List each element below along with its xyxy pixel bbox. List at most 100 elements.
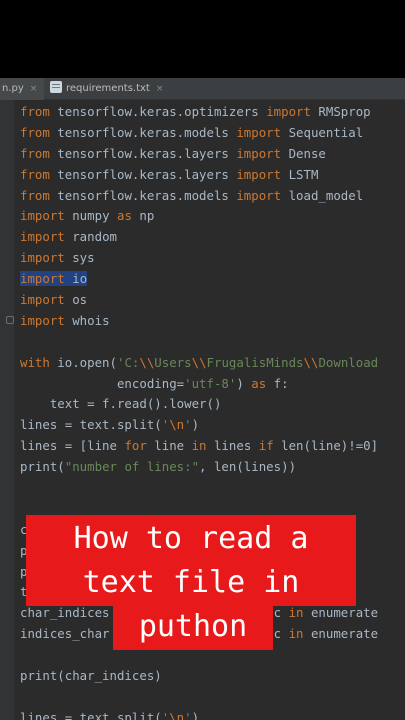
code-token: LSTM	[281, 166, 319, 182]
code-token: import	[20, 250, 65, 266]
code-token: import	[236, 145, 282, 161]
code-line[interactable]: with io.open('C:\\Users\\FrugalisMinds\\…	[20, 353, 378, 374]
tab-python-file[interactable]: n.py ×	[0, 78, 44, 100]
tab-label: n.py	[2, 83, 24, 94]
code-token: tensorflow.keras.models	[49, 124, 237, 140]
code-line[interactable]: encoding='utf-8') as f:	[20, 374, 378, 395]
code-line[interactable]: import os	[20, 290, 378, 311]
code-token: import	[20, 271, 65, 287]
code-token: whois	[64, 312, 110, 328]
code-token: as	[116, 208, 132, 224]
code-token: in	[191, 438, 207, 454]
code-line[interactable]: print("number of lines:", len(lines))	[20, 457, 378, 478]
code-token: import	[20, 312, 65, 328]
code-token: from	[20, 124, 50, 140]
caption-line-3: puthon	[113, 606, 273, 650]
code-token: f:	[266, 375, 289, 391]
editor-gutter	[0, 100, 14, 720]
code-token: '	[184, 417, 192, 433]
code-token: 'C:	[116, 354, 140, 370]
code-line[interactable]: import sys	[20, 248, 378, 269]
code-line[interactable]: import numpy as np	[20, 206, 378, 227]
code-token: tensorflow.keras.layers	[49, 145, 237, 161]
close-icon[interactable]: ×	[30, 84, 38, 94]
code-token: from	[20, 104, 50, 119]
code-token: lines = [line	[20, 438, 125, 454]
caption-line-2: text file in	[26, 560, 356, 606]
code-token: import	[236, 187, 282, 203]
code-line[interactable]: from tensorflow.keras.models import Sequ…	[20, 123, 378, 144]
code-token: )	[191, 417, 200, 433]
close-icon[interactable]: ×	[156, 84, 164, 94]
code-token: )	[236, 375, 252, 391]
tab-label: requirements.txt	[66, 83, 150, 94]
code-token: \n	[169, 417, 185, 433]
code-token: len(line)!=0]	[273, 438, 379, 454]
code-token: random	[64, 229, 117, 245]
code-token: as	[251, 375, 267, 391]
code-token: \\	[191, 354, 207, 370]
code-token: \\	[303, 354, 319, 370]
code-token: Sequential	[281, 124, 364, 140]
code-token: FrugalisMinds	[206, 354, 304, 370]
code-token: io	[72, 271, 88, 287]
tab-requirements[interactable]: requirements.txt ×	[46, 78, 176, 100]
code-token: \n	[169, 709, 185, 720]
code-token: print(char_indices)	[20, 668, 162, 684]
fold-icon[interactable]	[6, 316, 14, 324]
code-line[interactable]	[20, 332, 378, 353]
code-token: lines = text.split(	[20, 709, 162, 720]
code-token: in	[288, 605, 304, 621]
code-line[interactable]: from tensorflow.keras.layers import Dens…	[20, 144, 378, 165]
code-token: "number of lines:"	[64, 459, 200, 475]
code-line[interactable]: import io	[20, 269, 378, 290]
code-token: tensorflow.keras.optimizers	[49, 104, 267, 119]
code-token: import	[20, 229, 65, 245]
code-token: if	[258, 438, 274, 454]
code-token: encoding=	[20, 375, 185, 391]
code-line[interactable]: from tensorflow.keras.models import load…	[20, 186, 378, 207]
code-line[interactable]: from tensorflow.keras.optimizers import …	[20, 102, 378, 123]
editor-tab-bar: n.py × requirements.txt ×	[0, 78, 405, 100]
code-token: text = f.read().lower()	[20, 396, 222, 412]
code-token: Users	[154, 354, 192, 370]
code-line[interactable]: import random	[20, 227, 378, 248]
code-token: '	[184, 709, 192, 720]
code-token: in	[288, 626, 304, 642]
code-token: lines = text.split(	[20, 417, 162, 433]
code-line[interactable]: print(char_indices)	[20, 666, 378, 687]
code-token: )	[191, 709, 200, 720]
code-token: enumerate	[303, 605, 379, 621]
code-token: Dense	[281, 145, 326, 161]
code-token: sys	[64, 250, 95, 266]
code-token: RMSprop	[310, 104, 371, 119]
code-line[interactable]	[20, 478, 378, 499]
code-token: enumerate	[303, 626, 379, 642]
text-file-icon	[50, 81, 62, 93]
code-token: print(	[20, 459, 65, 475]
code-line[interactable]: from tensorflow.keras.layers import LSTM	[20, 165, 378, 186]
code-line[interactable]: lines = text.split('\n')	[20, 708, 378, 720]
code-token: import	[236, 166, 282, 182]
code-token: tensorflow.keras.layers	[49, 166, 237, 182]
code-token: import	[266, 104, 311, 119]
code-line[interactable]	[20, 687, 378, 708]
code-token: line	[146, 438, 192, 454]
code-token: numpy	[64, 208, 117, 224]
code-token: \\	[139, 354, 155, 370]
code-line[interactable]: import whois	[20, 311, 378, 332]
code-token: io.open(	[49, 354, 117, 370]
code-token: lines	[206, 438, 259, 454]
code-line[interactable]: text = f.read().lower()	[20, 394, 378, 415]
code-token: from	[20, 187, 50, 203]
code-token: from	[20, 166, 50, 182]
video-top-bar	[0, 0, 405, 78]
code-line[interactable]: lines = text.split('\n')	[20, 415, 378, 436]
code-token: , len(lines))	[199, 459, 297, 475]
code-token: from	[20, 145, 50, 161]
code-token: with	[20, 354, 50, 370]
code-line[interactable]: lines = [line for line in lines if len(l…	[20, 436, 378, 457]
code-token: 'utf-8'	[184, 375, 237, 391]
code-token: import	[20, 292, 65, 308]
code-token: np	[131, 208, 155, 224]
